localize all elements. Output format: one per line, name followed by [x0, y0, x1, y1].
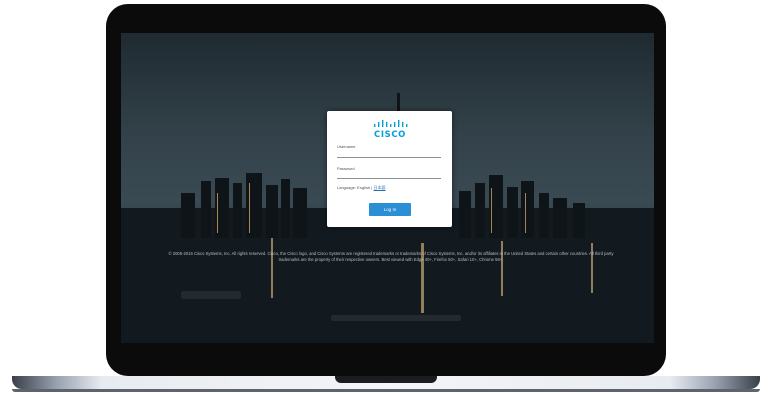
copyright-footer: © 2005-2016 Cisco Systems, Inc. All righ… [168, 251, 614, 262]
login-card: CISCO Username Password Language: Englis… [327, 111, 452, 227]
language-english-link[interactable]: English [357, 185, 370, 190]
username-input[interactable] [337, 151, 441, 158]
cisco-logo-text: CISCO [374, 130, 406, 140]
language-selector: Language: English | 日本語 [337, 185, 385, 191]
cisco-bridge-icon [374, 120, 408, 127]
username-label: Username [337, 144, 356, 149]
language-japanese-link[interactable]: 日本語 [373, 185, 385, 190]
language-label: Language: [337, 185, 356, 190]
login-screen: © 2005-2016 Cisco Systems, Inc. All righ… [121, 33, 654, 343]
password-label: Password [337, 166, 355, 171]
cisco-logo: CISCO [370, 119, 410, 143]
password-input[interactable] [337, 172, 441, 179]
laptop-base-notch [335, 376, 437, 383]
login-button[interactable]: Log In [369, 203, 411, 216]
